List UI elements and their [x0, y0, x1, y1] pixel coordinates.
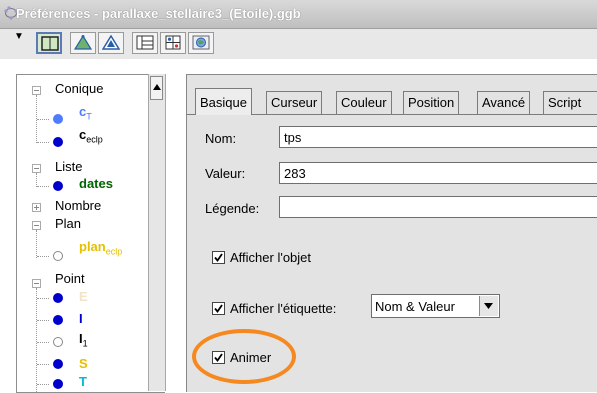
animate-checkbox[interactable] [212, 351, 225, 364]
show-label-checkbox[interactable] [212, 302, 225, 315]
tab-position[interactable]: Position [403, 91, 460, 114]
object-dot-icon [53, 359, 63, 369]
tab-basique[interactable]: Basique [195, 88, 252, 115]
polygon-tool-button[interactable] [70, 32, 96, 54]
triangle-outline-icon [102, 35, 120, 50]
preferences-button[interactable] [188, 32, 214, 54]
checkmark-icon [214, 253, 223, 262]
tree-item-dates[interactable]: dates [79, 176, 113, 191]
triangle-icon [74, 35, 92, 50]
label-mode-select[interactable]: Nom & Valeur [371, 294, 500, 318]
chevron-down-icon [484, 303, 493, 309]
tree-item-ceclp[interactable]: ceclp [79, 127, 103, 145]
tree-item-cT[interactable]: cT [79, 104, 92, 122]
tab-script[interactable]: Script [543, 91, 597, 114]
tree-group-nombre[interactable]: Nombre [55, 198, 101, 213]
object-tree: Conique cT ceclp Liste dates Nombre Plan… [16, 74, 165, 393]
tree-item-S[interactable]: S [79, 356, 88, 371]
show-object-checkbox[interactable] [212, 251, 225, 264]
arrow-up-icon [153, 84, 161, 90]
point-collapse-icon[interactable] [32, 279, 41, 288]
layout-icon [136, 35, 154, 50]
plan-collapse-icon[interactable] [32, 221, 41, 230]
conique-collapse-icon[interactable] [32, 86, 41, 95]
label-mode-dropdown-button[interactable] [479, 296, 498, 316]
checkmark-icon [214, 304, 223, 313]
tree-item-I[interactable]: I [79, 311, 83, 326]
properties-panel: Basique Curseur Couleur Position Avancé … [186, 74, 597, 392]
tree-group-point[interactable]: Point [55, 271, 85, 286]
grid-button[interactable] [160, 32, 186, 54]
object-dot-icon [53, 379, 63, 389]
show-label-label: Afficher l'étiquette: [230, 301, 337, 316]
animate-label: Animer [230, 350, 272, 365]
object-dot-icon [53, 181, 63, 191]
nombre-expand-icon[interactable] [32, 203, 41, 212]
object-dot-icon [53, 114, 63, 124]
value-label: Valeur: [205, 166, 246, 181]
grid-icon [165, 35, 181, 50]
tree-item-T[interactable]: T [79, 374, 87, 389]
window-title: Préférences - parallaxe_stellaire3_(Etoi… [16, 6, 301, 21]
window-title-bar[interactable]: Préférences - parallaxe_stellaire3_(Etoi… [0, 0, 597, 29]
liste-collapse-icon[interactable] [32, 164, 41, 173]
object-dot-icon [53, 137, 63, 147]
tree-group-plan[interactable]: Plan [55, 216, 81, 231]
show-object-label: Afficher l'objet [230, 250, 312, 265]
tree-item-E[interactable]: E [79, 289, 88, 304]
object-dot-icon [53, 315, 63, 325]
tree-item-planeclp[interactable]: planeclp [79, 239, 122, 257]
tree-item-I1[interactable]: I1 [79, 331, 88, 349]
scroll-up-button[interactable] [150, 76, 163, 100]
polygon-outline-tool-button[interactable] [98, 32, 124, 54]
caption-label: Légende: [205, 201, 260, 216]
label-mode-value: Nom & Valeur [375, 299, 455, 314]
toolbar: ▼ [0, 29, 597, 59]
globe-icon [192, 35, 210, 50]
tab-couleur[interactable]: Couleur [336, 91, 392, 114]
tree-group-liste[interactable]: Liste [55, 159, 82, 174]
tab-avance[interactable]: Avancé [477, 91, 531, 114]
layout-button[interactable] [132, 32, 158, 54]
value-field[interactable] [279, 162, 597, 184]
tree-group-conique[interactable]: Conique [55, 81, 103, 96]
object-dot-icon [53, 293, 63, 303]
name-label: Nom: [205, 131, 237, 146]
select-object-button[interactable] [36, 32, 62, 54]
select-object-icon [41, 36, 59, 51]
name-field[interactable] [279, 126, 597, 148]
object-hidden-dot-icon [53, 251, 63, 261]
caption-field[interactable] [279, 196, 597, 218]
checkmark-icon [214, 353, 223, 362]
tree-scrollbar[interactable] [148, 74, 166, 391]
toolbar-menu-arrow-icon[interactable]: ▼ [14, 31, 24, 42]
tab-curseur[interactable]: Curseur [266, 91, 323, 114]
object-hidden-dot-icon [53, 337, 63, 347]
